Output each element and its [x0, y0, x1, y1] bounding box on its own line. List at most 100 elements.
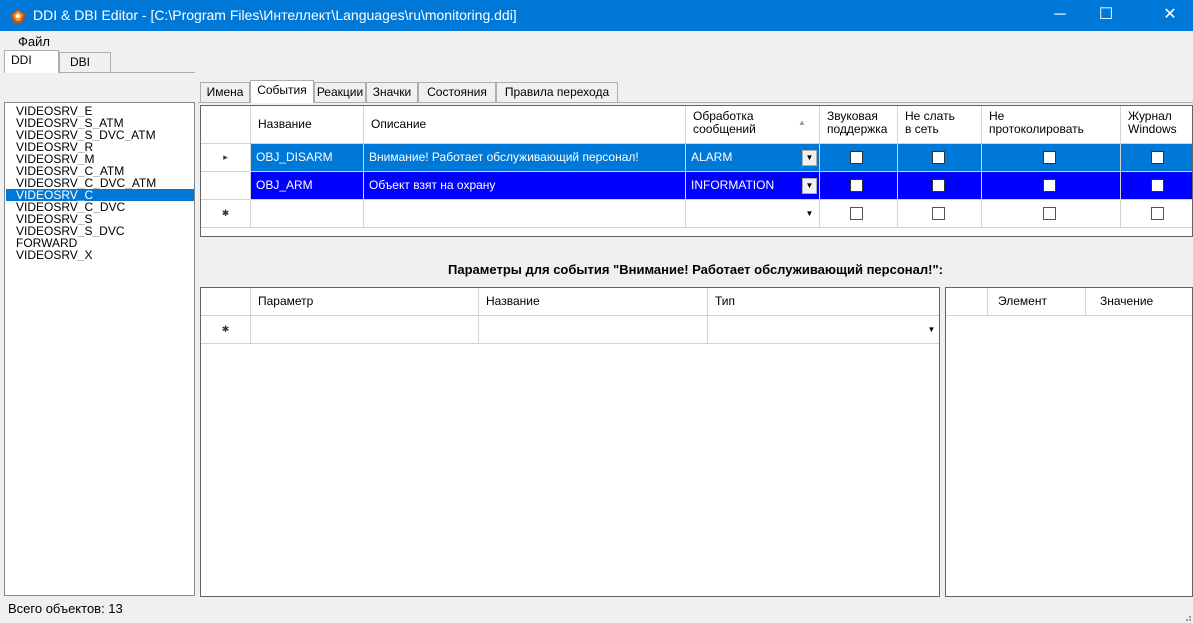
- resize-grip-icon[interactable]: [1181, 611, 1191, 621]
- no-net-cell: [898, 200, 982, 228]
- tab-ddi-label: DDI: [11, 53, 32, 67]
- list-item[interactable]: VIDEOSRV_C_ATM: [6, 165, 194, 177]
- params-grid[interactable]: Параметр Название Тип ✱ ▼: [200, 287, 940, 597]
- column-header-param[interactable]: Параметр: [251, 288, 479, 316]
- sound-checkbox[interactable]: [850, 207, 863, 220]
- chevron-down-icon[interactable]: ▼: [802, 178, 817, 194]
- list-item[interactable]: VIDEOSRV_C_DVC: [6, 201, 194, 213]
- tab-ddi[interactable]: DDI: [4, 50, 59, 73]
- event-name-cell[interactable]: OBJ_DISARM: [251, 144, 364, 172]
- list-item[interactable]: VIDEOSRV_R: [6, 141, 194, 153]
- column-header-name[interactable]: Название: [251, 106, 364, 144]
- no-net-checkbox[interactable]: [932, 179, 945, 192]
- column-header-no-log[interactable]: Не протоколировать: [982, 106, 1121, 144]
- row-header-corner: [946, 288, 988, 316]
- no-log-checkbox[interactable]: [1043, 179, 1056, 192]
- win-log-cell: [1121, 172, 1192, 200]
- win-log-checkbox[interactable]: [1151, 151, 1164, 164]
- no-log-cell: [982, 172, 1121, 200]
- events-grid[interactable]: Название Описание Обработка сообщений ▲ …: [200, 105, 1193, 237]
- minimize-button[interactable]: ─: [1037, 0, 1083, 30]
- tab-dbi-label: DBI: [70, 55, 91, 69]
- column-header-win-log-line2: Windows: [1128, 122, 1177, 136]
- win-log-checkbox[interactable]: [1151, 179, 1164, 192]
- sound-cell: [820, 200, 898, 228]
- tab-transition-rules[interactable]: Правила перехода: [496, 82, 618, 102]
- list-item[interactable]: VIDEOSRV_X: [6, 249, 194, 261]
- tab-events[interactable]: События: [250, 80, 314, 103]
- column-header-win-log[interactable]: Журнал Windows: [1121, 106, 1192, 144]
- event-processing-value: INFORMATION: [691, 178, 775, 192]
- new-param-cell[interactable]: [251, 316, 479, 344]
- window-title: DDI & DBI Editor - [C:\Program Files\Инт…: [33, 7, 517, 23]
- new-event-processing-select[interactable]: ▼: [686, 200, 820, 228]
- list-item[interactable]: VIDEOSRV_E: [6, 105, 194, 117]
- object-list[interactable]: VIDEOSRV_E VIDEOSRV_S_ATM VIDEOSRV_S_DVC…: [4, 102, 195, 596]
- sort-up-icon: ▲: [798, 118, 806, 127]
- row-header[interactable]: [201, 172, 251, 200]
- event-processing-select[interactable]: INFORMATION ▼: [686, 172, 820, 200]
- list-item[interactable]: VIDEOSRV_S_DVC_ATM: [6, 129, 194, 141]
- tab-reactions[interactable]: Реакции: [314, 82, 366, 102]
- list-item[interactable]: FORWARD: [6, 237, 194, 249]
- new-event-name-cell[interactable]: [251, 200, 364, 228]
- menu-file[interactable]: Файл: [18, 34, 50, 49]
- event-description-cell[interactable]: Внимание! Работает обслуживающий персона…: [364, 144, 686, 172]
- win-log-cell: [1121, 200, 1192, 228]
- win-log-checkbox[interactable]: [1151, 207, 1164, 220]
- maximize-button[interactable]: ☐: [1083, 0, 1129, 30]
- no-log-checkbox[interactable]: [1043, 151, 1056, 164]
- events-panel: Название Описание Обработка сообщений ▲ …: [198, 102, 1193, 597]
- new-row-marker[interactable]: ✱: [201, 200, 251, 228]
- event-name-cell[interactable]: OBJ_ARM: [251, 172, 364, 200]
- row-header-corner: [201, 106, 251, 144]
- tab-names[interactable]: Имена: [200, 82, 250, 102]
- column-header-type[interactable]: Тип: [708, 288, 939, 316]
- sound-checkbox[interactable]: [850, 179, 863, 192]
- list-item[interactable]: VIDEOSRV_S: [6, 213, 194, 225]
- event-processing-select[interactable]: ALARM ▼: [686, 144, 820, 172]
- list-item[interactable]: VIDEOSRV_C_DVC_ATM: [6, 177, 194, 189]
- params-title: Параметры для события "Внимание! Работае…: [448, 262, 943, 277]
- chevron-down-icon[interactable]: ▼: [924, 322, 939, 338]
- title-bar: DDI & DBI Editor - [C:\Program Files\Инт…: [0, 0, 1193, 31]
- event-processing-value: ALARM: [691, 150, 733, 164]
- list-item[interactable]: VIDEOSRV_S_DVC: [6, 225, 194, 237]
- column-header-no-log-line2: протоколировать: [989, 122, 1084, 136]
- column-header-param-name[interactable]: Название: [479, 288, 708, 316]
- status-bar: Всего объектов: 13: [0, 597, 1193, 623]
- no-log-cell: [982, 144, 1121, 172]
- column-header-value[interactable]: Значение: [1086, 288, 1192, 316]
- column-header-no-net[interactable]: Не слать в сеть: [898, 106, 982, 144]
- values-grid[interactable]: Элемент Значение: [945, 287, 1193, 597]
- list-item-selected[interactable]: VIDEOSRV_C: [6, 189, 194, 201]
- sound-checkbox[interactable]: [850, 151, 863, 164]
- no-net-checkbox[interactable]: [932, 151, 945, 164]
- column-header-description[interactable]: Описание: [364, 106, 686, 144]
- menu-bar: Файл: [0, 31, 1193, 51]
- close-button[interactable]: ✕: [1147, 0, 1193, 30]
- row-header-corner: [201, 288, 251, 316]
- column-header-element[interactable]: Элемент: [988, 288, 1086, 316]
- no-net-checkbox[interactable]: [932, 207, 945, 220]
- tab-icons[interactable]: Значки: [366, 82, 418, 102]
- chevron-down-icon[interactable]: ▼: [802, 150, 817, 166]
- app-icon: [10, 9, 26, 23]
- tab-states[interactable]: Состояния: [418, 82, 496, 102]
- chevron-down-icon[interactable]: ▼: [802, 206, 817, 222]
- no-net-cell: [898, 172, 982, 200]
- new-row-marker[interactable]: ✱: [201, 316, 251, 344]
- column-header-no-net-line2: в сеть: [905, 122, 939, 136]
- list-item[interactable]: VIDEOSRV_M: [6, 153, 194, 165]
- new-param-type-select[interactable]: ▼: [708, 316, 939, 344]
- list-item[interactable]: VIDEOSRV_S_ATM: [6, 117, 194, 129]
- new-event-description-cell[interactable]: [364, 200, 686, 228]
- current-row-marker[interactable]: ▸: [201, 144, 251, 172]
- no-log-checkbox[interactable]: [1043, 207, 1056, 220]
- column-header-sound-line2: поддержка: [827, 122, 888, 136]
- tab-dbi[interactable]: DBI: [59, 52, 111, 72]
- column-header-sound[interactable]: Звуковая поддержка: [820, 106, 898, 144]
- new-param-name-cell[interactable]: [479, 316, 708, 344]
- event-description-cell[interactable]: Объект взят на охрану: [364, 172, 686, 200]
- column-header-processing[interactable]: Обработка сообщений ▲: [686, 106, 820, 144]
